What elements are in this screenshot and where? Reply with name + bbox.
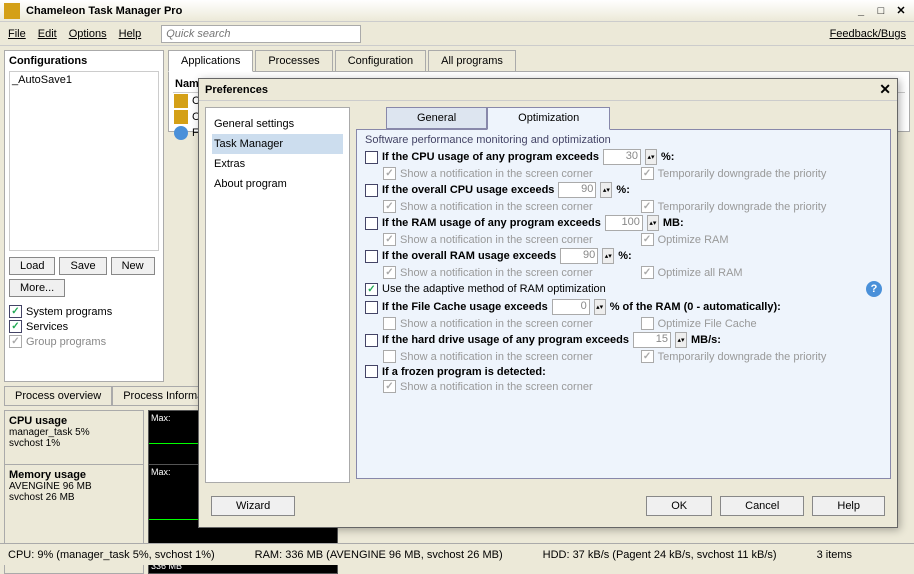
dialog-close-button[interactable]: ✕: [879, 81, 891, 98]
config-title: Configurations: [9, 55, 159, 67]
adaptive-ram-checkbox[interactable]: ✓: [365, 283, 378, 296]
status-bar: CPU: 9% (manager_task 5%, svchost 1%) RA…: [0, 543, 914, 565]
ok-button[interactable]: OK: [646, 496, 712, 516]
help-icon[interactable]: ?: [866, 281, 882, 297]
spinner-icon[interactable]: ▴▾: [594, 299, 606, 315]
app-icon: [4, 3, 20, 19]
config-item[interactable]: _AutoSave1: [12, 74, 156, 86]
tab-processes[interactable]: Processes: [255, 50, 332, 71]
frozen-checkbox[interactable]: [365, 365, 378, 378]
nav-extras[interactable]: Extras: [212, 154, 343, 174]
menu-help[interactable]: Help: [119, 28, 142, 40]
feedback-link[interactable]: Feedback/Bugs: [830, 28, 906, 40]
ram-overall-value[interactable]: 90: [560, 248, 598, 264]
spinner-icon[interactable]: ▴▾: [600, 182, 612, 198]
optimize-ram-checkbox: ✓: [641, 233, 654, 246]
load-button[interactable]: Load: [9, 257, 55, 275]
optimize-all-ram-checkbox: ✓: [641, 266, 654, 279]
configurations-panel: Configurations _AutoSave1 Load Save New …: [4, 50, 164, 382]
help-button[interactable]: Help: [812, 496, 885, 516]
notif-checkbox: ✓: [383, 233, 396, 246]
ram-overall-checkbox[interactable]: [365, 250, 378, 263]
notif-checkbox: ✓: [383, 266, 396, 279]
menu-file[interactable]: File: [8, 28, 26, 40]
menu-options[interactable]: Options: [69, 28, 107, 40]
status-items: 3 items: [817, 549, 852, 561]
ram-program-checkbox[interactable]: [365, 217, 378, 230]
spinner-icon[interactable]: ▴▾: [645, 149, 657, 165]
notif-checkbox: [383, 317, 396, 330]
tab-configuration[interactable]: Configuration: [335, 50, 426, 71]
file-cache-checkbox[interactable]: [365, 301, 378, 314]
drive-icon: [174, 126, 188, 140]
cpu-program-checkbox[interactable]: [365, 151, 378, 164]
spinner-icon[interactable]: ▴▾: [675, 332, 687, 348]
menu-edit[interactable]: Edit: [38, 28, 57, 40]
tab-process-overview[interactable]: Process overview: [4, 386, 112, 406]
spinner-icon[interactable]: ▴▾: [647, 215, 659, 231]
dialog-title: Preferences: [205, 84, 268, 96]
notif-checkbox: ✓: [383, 167, 396, 180]
priority-checkbox: ✓: [641, 200, 654, 213]
maximize-button[interactable]: □: [872, 3, 890, 19]
notif-checkbox: [383, 350, 396, 363]
group-programs-checkbox: ✓Group programs: [9, 335, 159, 348]
menubar: File Edit Options Help Feedback/Bugs: [0, 22, 914, 46]
notif-checkbox: ✓: [383, 380, 396, 393]
notif-checkbox: ✓: [383, 200, 396, 213]
close-button[interactable]: ✕: [892, 3, 910, 19]
nav-about[interactable]: About program: [212, 174, 343, 194]
priority-checkbox: ✓: [641, 350, 654, 363]
new-button[interactable]: New: [111, 257, 155, 275]
status-cpu: CPU: 9% (manager_task 5%, svchost 1%): [8, 549, 215, 561]
config-list[interactable]: _AutoSave1: [9, 71, 159, 251]
status-hdd: HDD: 37 kB/s (Pagent 24 kB/s, svchost 11…: [543, 549, 777, 561]
pref-tab-general[interactable]: General: [386, 107, 487, 129]
tab-applications[interactable]: Applications: [168, 50, 253, 72]
app-row-icon: [174, 110, 188, 124]
optimize-fc-checkbox: [641, 317, 654, 330]
save-button[interactable]: Save: [59, 257, 106, 275]
spinner-icon[interactable]: ▴▾: [602, 248, 614, 264]
ram-program-value[interactable]: 100: [605, 215, 643, 231]
services-checkbox[interactable]: ✓Services: [9, 320, 159, 333]
status-ram: RAM: 336 MB (AVENGINE 96 MB, svchost 26 …: [255, 549, 503, 561]
cpu-overall-checkbox[interactable]: [365, 184, 378, 197]
file-cache-value[interactable]: 0: [552, 299, 590, 315]
nav-task-manager[interactable]: Task Manager: [212, 134, 343, 154]
window-title: Chameleon Task Manager Pro: [26, 5, 182, 17]
wizard-button[interactable]: Wizard: [211, 496, 295, 516]
tab-all-programs[interactable]: All programs: [428, 50, 516, 71]
minimize-button[interactable]: _: [852, 3, 870, 19]
cancel-button[interactable]: Cancel: [720, 496, 804, 516]
search-input[interactable]: [161, 25, 361, 43]
priority-checkbox: ✓: [641, 167, 654, 180]
hdd-value[interactable]: 15: [633, 332, 671, 348]
preferences-dialog: Preferences ✕ General settings Task Mana…: [198, 78, 898, 528]
hdd-checkbox[interactable]: [365, 334, 378, 347]
cpu-program-value[interactable]: 30: [603, 149, 641, 165]
titlebar: Chameleon Task Manager Pro _ □ ✕: [0, 0, 914, 22]
app-row-icon: [174, 94, 188, 108]
system-programs-checkbox[interactable]: ✓System programs: [9, 305, 159, 318]
more-button[interactable]: More...: [9, 279, 65, 297]
nav-general-settings[interactable]: General settings: [212, 114, 343, 134]
preferences-nav: General settings Task Manager Extras Abo…: [205, 107, 350, 483]
pref-tab-optimization[interactable]: Optimization: [487, 107, 610, 130]
optimization-panel: Software performance monitoring and opti…: [356, 129, 891, 479]
cpu-overall-value[interactable]: 90: [558, 182, 596, 198]
